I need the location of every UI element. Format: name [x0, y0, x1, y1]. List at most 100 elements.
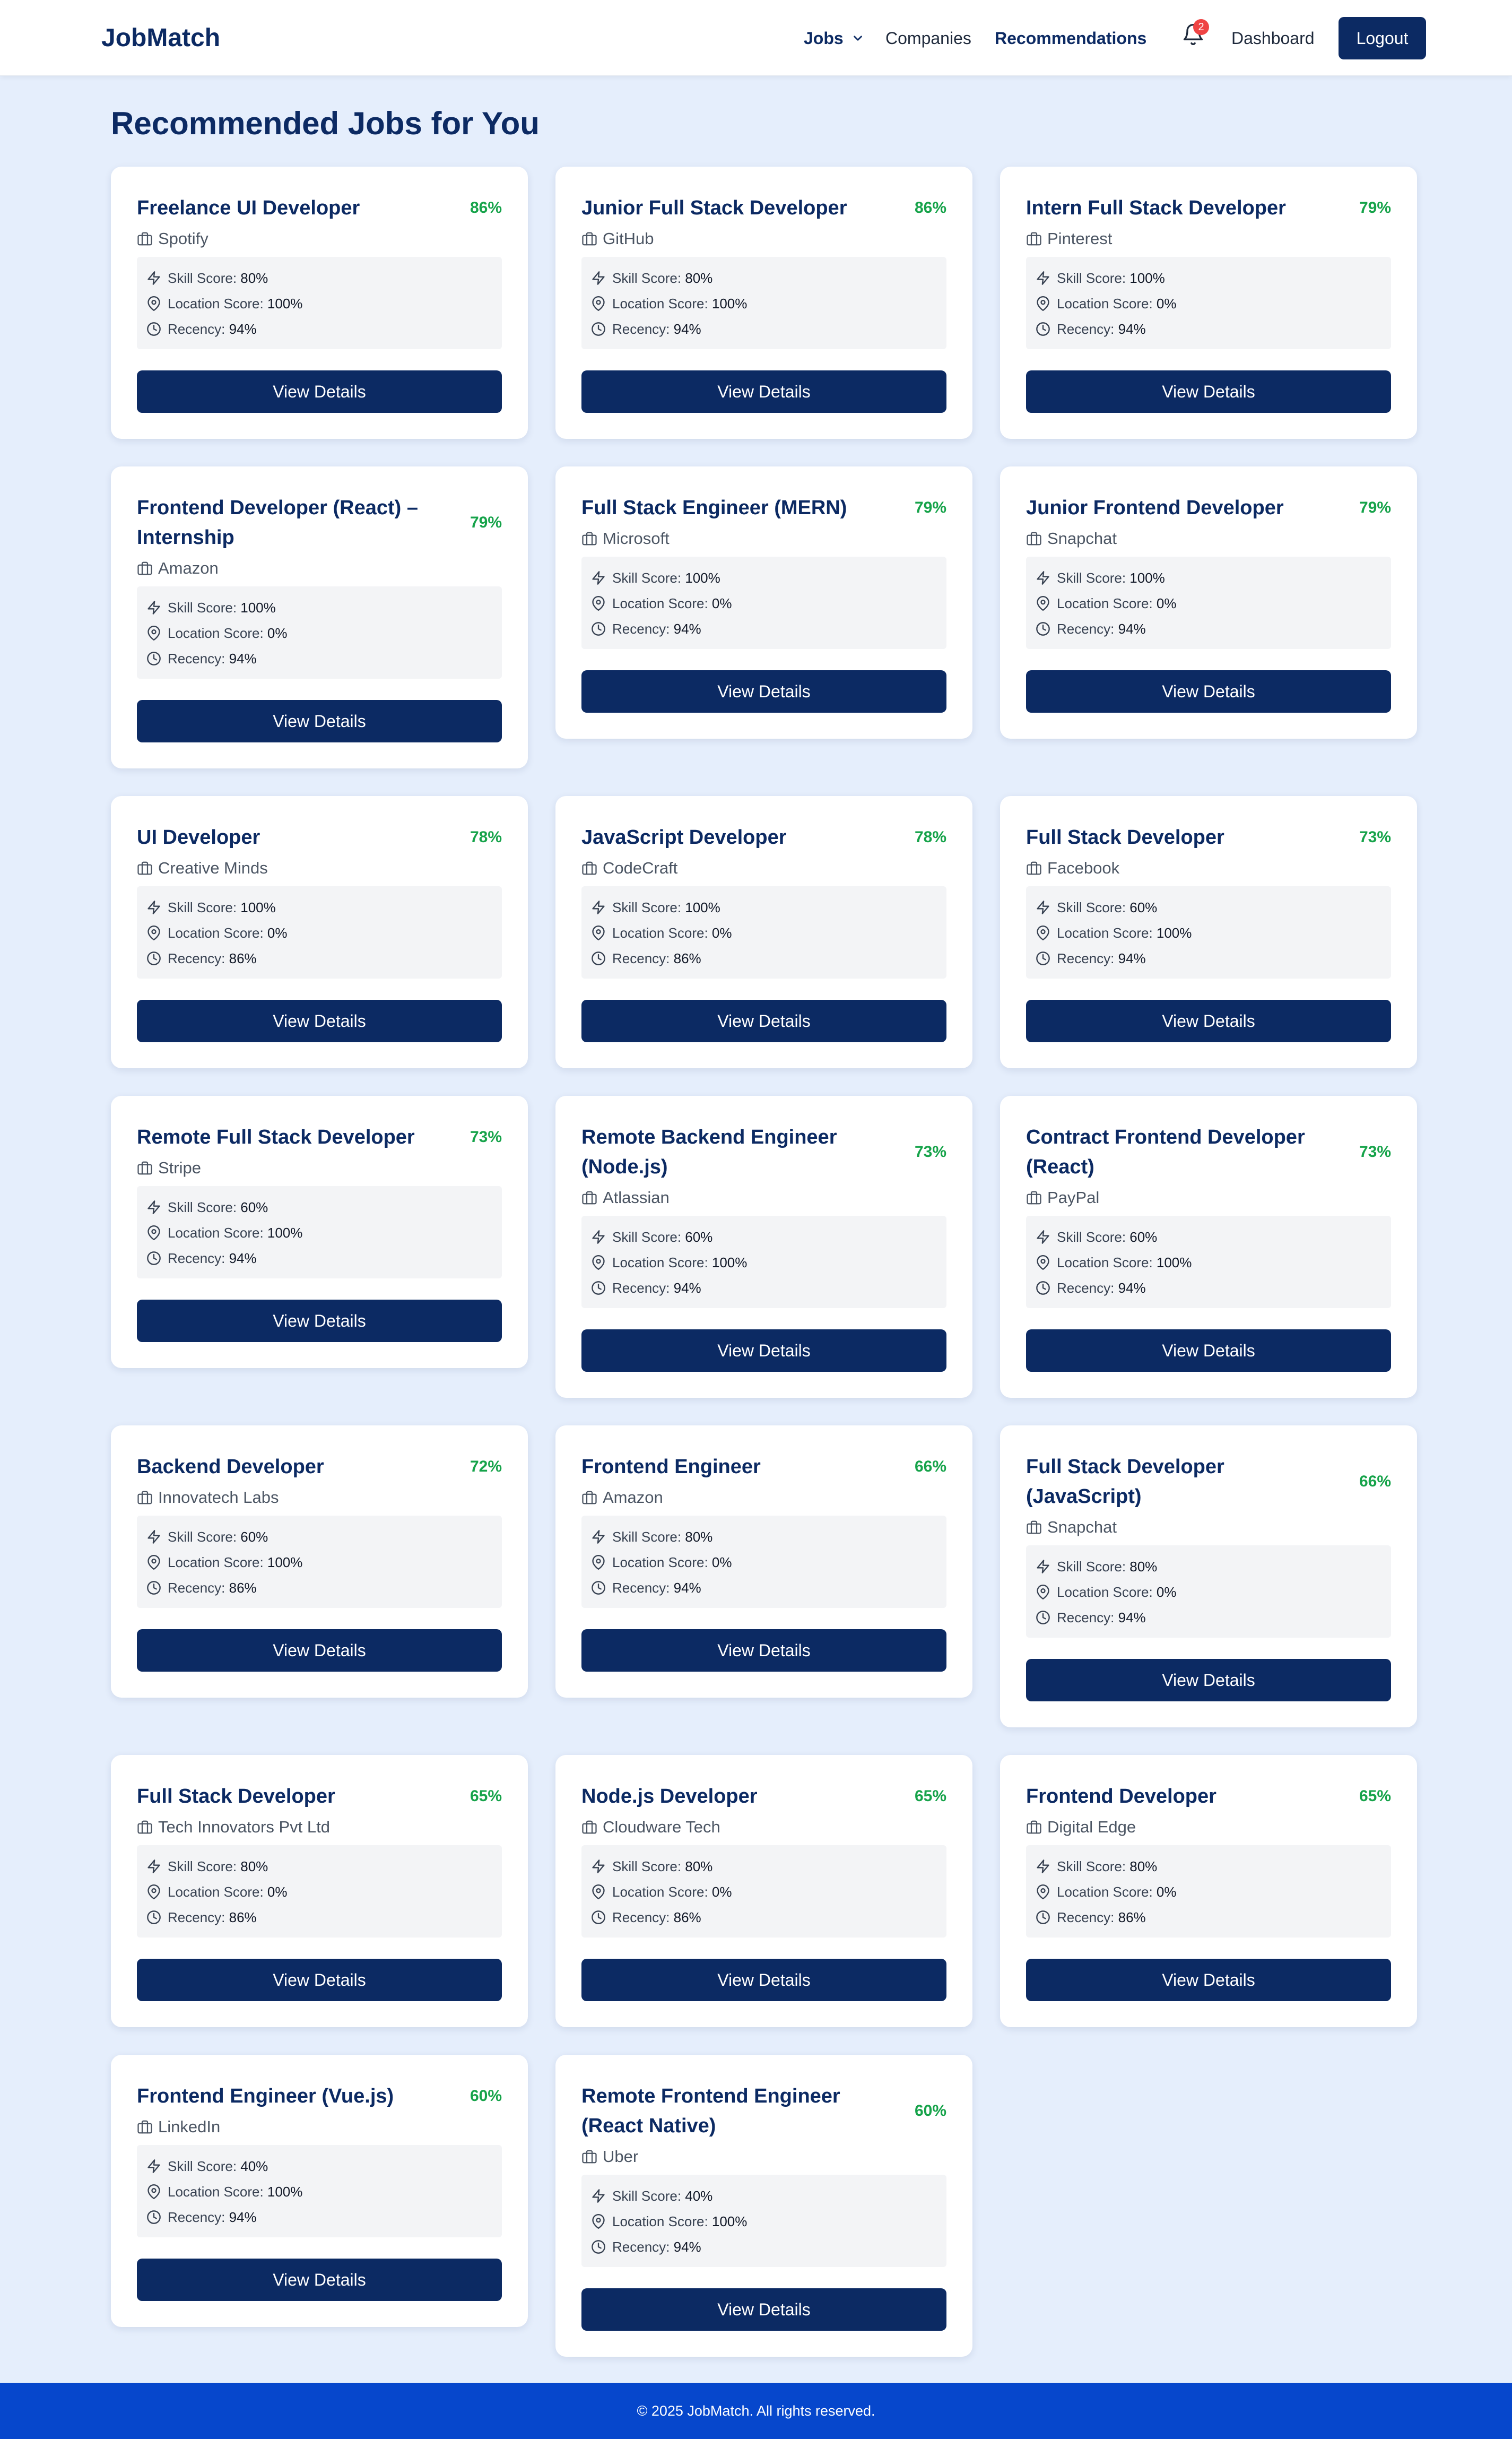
- view-details-button[interactable]: View Details: [137, 370, 502, 413]
- job-card: Remote Frontend Engineer (React Native) …: [555, 2055, 972, 2357]
- lightning-icon: [592, 1230, 605, 1244]
- view-details-button[interactable]: View Details: [137, 2259, 502, 2301]
- job-title: UI Developer: [137, 826, 260, 849]
- view-details-button[interactable]: View Details: [1026, 1659, 1391, 1701]
- job-card-header: Frontend Developer (React) – Internship …: [137, 493, 502, 552]
- recency-score: Recency: 94%: [1036, 316, 1381, 342]
- view-details-button[interactable]: View Details: [581, 1000, 946, 1042]
- location-score: Location Score: 0%: [1036, 1879, 1381, 1905]
- recency-label: Recency:: [612, 950, 674, 966]
- clock-icon: [1036, 622, 1050, 636]
- skill-score-value: 100%: [1129, 570, 1165, 586]
- recency-label: Recency:: [612, 1280, 674, 1296]
- skill-score: Skill Score: 60%: [1036, 895, 1381, 920]
- nav-jobs-dropdown[interactable]: Jobs: [804, 28, 865, 49]
- lightning-icon: [1037, 1230, 1049, 1244]
- location-score-value: 0%: [1156, 1884, 1177, 1900]
- view-details-button[interactable]: View Details: [1026, 370, 1391, 413]
- nav-dashboard-link[interactable]: Dashboard: [1231, 28, 1315, 49]
- recency-score: Recency: 86%: [1036, 1905, 1381, 1930]
- company-name: Stripe: [158, 1158, 201, 1177]
- recency-label: Recency:: [612, 1580, 674, 1596]
- skill-score: Skill Score: 60%: [146, 1195, 492, 1220]
- view-details-button[interactable]: View Details: [137, 1300, 502, 1342]
- job-card: Backend Developer 72% Innovatech Labs Sk…: [111, 1425, 528, 1698]
- skill-score-label: Skill Score:: [612, 570, 685, 586]
- location-score: Location Score: 100%: [591, 291, 937, 316]
- view-details-button[interactable]: View Details: [1026, 1329, 1391, 1372]
- match-percentage: 79%: [470, 514, 502, 531]
- skill-score-label: Skill Score:: [168, 1199, 241, 1215]
- match-percentage: 73%: [470, 1128, 502, 1146]
- view-details-button[interactable]: View Details: [581, 670, 946, 713]
- recency-value: 86%: [229, 1909, 257, 1925]
- company-line: Spotify: [137, 228, 502, 249]
- view-details-button[interactable]: View Details: [1026, 1959, 1391, 2001]
- location-score-value: 100%: [267, 2184, 303, 2200]
- map-pin-icon: [1037, 1255, 1049, 1270]
- skill-score-text: Skill Score: 80%: [612, 265, 712, 291]
- clock-icon: [592, 1910, 605, 1924]
- location-score-value: 100%: [1156, 925, 1192, 941]
- map-pin-icon: [1037, 1585, 1049, 1599]
- location-score-value: 0%: [711, 595, 732, 611]
- view-details-button[interactable]: View Details: [581, 1629, 946, 1672]
- job-card: Full Stack Developer 65% Tech Innovators…: [111, 1755, 528, 2027]
- view-details-button[interactable]: View Details: [137, 1000, 502, 1042]
- score-panel: Skill Score: 80% Location Score: 0% Rece…: [581, 1845, 946, 1938]
- job-title: Frontend Developer: [1026, 1785, 1216, 1807]
- location-score-label: Location Score:: [1057, 595, 1157, 611]
- notifications-button[interactable]: 2: [1181, 19, 1209, 49]
- chevron-down-icon: [853, 36, 862, 41]
- skill-score-value: 40%: [685, 2188, 713, 2204]
- map-pin-icon: [147, 1884, 160, 1899]
- clock-icon: [592, 1581, 605, 1595]
- recency-label: Recency:: [1057, 1909, 1118, 1925]
- recency-score: Recency: 94%: [1036, 1605, 1381, 1630]
- match-percentage: 60%: [914, 2102, 946, 2120]
- skill-score: Skill Score: 100%: [591, 565, 937, 591]
- job-card-header: Freelance UI Developer 86%: [137, 193, 502, 223]
- view-details-button[interactable]: View Details: [1026, 1000, 1391, 1042]
- briefcase-icon: [137, 561, 152, 575]
- nav-recommendations-link[interactable]: Recommendations: [995, 28, 1146, 49]
- view-details-button[interactable]: View Details: [137, 1629, 502, 1672]
- location-score: Location Score: 0%: [146, 620, 492, 646]
- skill-score-text: Skill Score: 80%: [168, 1854, 268, 1879]
- location-score-text: Location Score: 0%: [612, 920, 732, 946]
- view-details-button[interactable]: View Details: [137, 1959, 502, 2001]
- match-percentage: 79%: [1359, 499, 1391, 516]
- briefcase-icon: [1027, 1520, 1041, 1534]
- map-pin-icon: [592, 296, 605, 311]
- nav-companies-link[interactable]: Companies: [885, 28, 971, 49]
- lightning-icon: [592, 271, 605, 285]
- location-score-text: Location Score: 0%: [612, 591, 732, 616]
- recency-score: Recency: 86%: [146, 946, 492, 971]
- clock-icon: [1036, 1910, 1050, 1924]
- view-details-button[interactable]: View Details: [581, 1329, 946, 1372]
- view-details-button[interactable]: View Details: [581, 2288, 946, 2331]
- location-score-text: Location Score: 0%: [1057, 591, 1176, 616]
- view-details-button[interactable]: View Details: [1026, 670, 1391, 713]
- recency-text: Recency: 94%: [1057, 316, 1146, 342]
- company-line: LinkedIn: [137, 2116, 502, 2138]
- location-score-value: 100%: [267, 1554, 303, 1570]
- view-details-button[interactable]: View Details: [581, 1959, 946, 2001]
- recency-score: Recency: 94%: [591, 316, 937, 342]
- view-details-button[interactable]: View Details: [581, 370, 946, 413]
- recency-score: Recency: 86%: [146, 1905, 492, 1930]
- location-score: Location Score: 0%: [1036, 291, 1381, 316]
- recency-value: 94%: [1118, 950, 1146, 966]
- location-score: Location Score: 100%: [146, 2179, 492, 2204]
- logout-button[interactable]: Logout: [1339, 17, 1426, 59]
- recency-text: Recency: 86%: [168, 1905, 257, 1930]
- recency-label: Recency:: [168, 1580, 229, 1596]
- briefcase-icon: [582, 232, 597, 246]
- view-details-button[interactable]: View Details: [137, 700, 502, 742]
- briefcase-icon: [137, 1491, 152, 1504]
- location-score-label: Location Score:: [168, 925, 267, 941]
- location-score-label: Location Score:: [1057, 1884, 1157, 1900]
- brand-logo[interactable]: JobMatch: [101, 23, 220, 53]
- location-score-text: Location Score: 0%: [612, 1550, 732, 1575]
- skill-score-label: Skill Score:: [612, 2188, 685, 2204]
